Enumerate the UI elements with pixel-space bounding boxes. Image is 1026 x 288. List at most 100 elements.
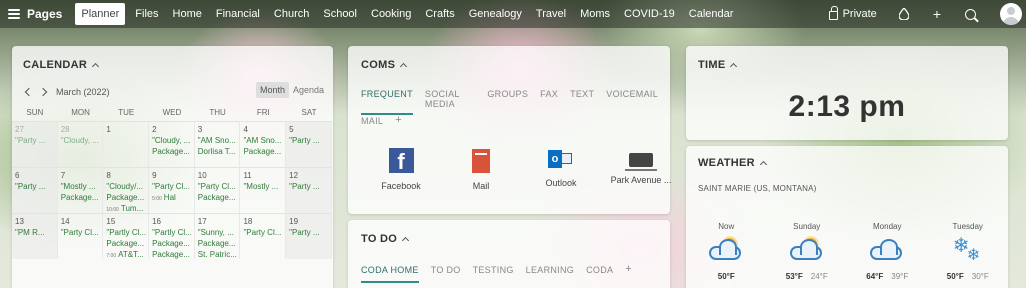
calendar-day-cell[interactable]: 10 "Party Cl... Package... [194,167,241,213]
caret-up-icon[interactable] [730,62,738,71]
calendar-event[interactable]: Package... [198,192,238,203]
tab-social-media[interactable]: SOCIAL MEDIA [425,89,475,115]
calendar-day-cell[interactable]: 1 [103,121,150,167]
nav-item-financial[interactable]: Financial [216,8,260,20]
nav-item-travel[interactable]: Travel [536,8,566,20]
nav-item-moms[interactable]: Moms [580,8,610,20]
calendar-event[interactable]: 5:00 Hal [152,192,192,205]
calendar-event[interactable]: "Party Cl... [198,181,238,192]
calendar-event[interactable]: "PM R... [15,227,55,238]
caret-up-icon[interactable] [400,62,408,71]
tab-coda[interactable]: CODA [586,265,613,283]
calendar-event[interactable]: "Cloudy/... [106,181,146,192]
calendar-day-cell[interactable]: 19 "Party ... [286,213,332,259]
calendar-event[interactable]: Package... [152,249,192,259]
calendar-event[interactable]: St. Patric... [198,249,238,259]
nav-item-calendar[interactable]: Calendar [689,8,734,20]
app-brand[interactable]: Pages [27,7,62,21]
nav-item-school[interactable]: School [323,8,357,20]
app-park-avenue[interactable]: Park Avenue ... [601,148,681,191]
calendar-event[interactable]: Package... [61,192,101,203]
tab-learning[interactable]: LEARNING [526,265,574,283]
tab-voicemail[interactable]: VOICEMAIL [606,89,658,115]
tab-coda-home[interactable]: CODA HOME [361,265,419,283]
calendar-event[interactable]: "Sunny, ... [198,227,238,238]
calendar-day-cell[interactable]: 4 "AM Sno... Package... [240,121,287,167]
calendar-day-cell[interactable]: 15 "Partly Cl... Package... 7:00 AT&T... [103,213,150,259]
theme-drop-icon[interactable] [898,8,909,20]
calendar-event[interactable]: "Partly Cl... [106,227,146,238]
calendar-event[interactable]: "Mostly ... [243,181,283,192]
tab-frequent[interactable]: FREQUENT [361,89,413,115]
calendar-event[interactable]: "Party ... [289,135,329,146]
nav-item-files[interactable]: Files [135,8,158,20]
nav-item-genealogy[interactable]: Genealogy [469,8,522,20]
app-mail[interactable]: Mail [441,148,521,191]
calendar-event[interactable]: "Party Cl... [61,227,101,238]
hamburger-menu-icon[interactable] [8,9,20,19]
calendar-event[interactable]: Package... [152,146,192,157]
calendar-event[interactable]: "Cloudy, ... [152,135,192,146]
add-tab-icon[interactable]: + [395,114,401,132]
calendar-day-cell[interactable]: 9 "Party Cl... 5:00 Hal [149,167,195,213]
nav-item-church[interactable]: Church [274,8,309,20]
calendar-title[interactable]: CALENDAR [23,59,100,71]
calendar-day-cell[interactable]: 13 "PM R... [12,213,58,259]
user-avatar[interactable] [1000,3,1022,25]
calendar-event[interactable]: "Party ... [289,227,329,238]
calendar-event[interactable]: 10:00 Tum... [106,203,146,213]
calendar-event[interactable]: "Party Cl... [243,227,283,238]
calendar-event[interactable]: Package... [106,192,146,203]
calendar-day-cell[interactable]: 18 "Party Cl... [240,213,287,259]
app-facebook[interactable]: f Facebook [361,148,441,191]
calendar-event[interactable]: Dorlisa T... [198,146,238,157]
calendar-day-cell[interactable]: 8 "Cloudy/... Package... 10:00 Tum... [103,167,150,213]
tab-testing[interactable]: TESTING [473,265,514,283]
nav-item-home[interactable]: Home [173,8,202,20]
tab-groups[interactable]: GROUPS [487,89,528,115]
caret-up-icon[interactable] [92,62,100,71]
calendar-event[interactable]: Package... [198,238,238,249]
calendar-event[interactable]: Package... [106,238,146,249]
calendar-day-cell[interactable]: 6 "Party ... [12,167,58,213]
calendar-event[interactable]: "AM Sno... [243,135,283,146]
calendar-day-cell[interactable]: 28 "Cloudy, ... [57,121,104,167]
tab-to-do[interactable]: TO DO [431,265,461,283]
calendar-event[interactable]: "Party ... [15,135,55,146]
nav-item-cooking[interactable]: Cooking [371,8,411,20]
calendar-event[interactable]: "Cloudy, ... [61,135,101,146]
privacy-toggle[interactable]: Private [828,6,877,20]
add-tab-icon[interactable]: + [625,263,631,283]
chevron-right-icon[interactable] [38,87,48,97]
calendar-day-cell[interactable]: 16"Partly Cl...Package...Package...9:30D… [149,213,195,259]
nav-item-covid-19[interactable]: COVID-19 [624,8,675,20]
tab-text[interactable]: TEXT [570,89,594,115]
calendar-event[interactable]: "Party ... [289,181,329,192]
search-icon[interactable] [965,8,976,20]
caret-up-icon[interactable] [759,160,767,169]
calendar-day-cell[interactable]: 17 "Sunny, ... Package... St. Patric... [194,213,241,259]
calendar-day-cell[interactable]: 5 "Party ... [286,121,332,167]
calendar-day-cell[interactable]: 11 "Mostly ... [240,167,287,213]
calendar-day-cell[interactable]: 27 "Party ... [12,121,58,167]
chevron-left-icon[interactable] [24,87,34,97]
view-month-button[interactable]: Month [255,82,289,98]
caret-up-icon[interactable] [402,236,410,245]
todo-title[interactable]: TO DO [361,233,410,245]
calendar-event[interactable]: Package... [152,238,192,249]
calendar-day-cell[interactable]: 14 "Party Cl... [57,213,104,259]
add-icon[interactable]: + [933,6,941,22]
tab-fax[interactable]: FAX [540,89,558,115]
tab-mail[interactable]: MAIL [361,116,383,132]
calendar-event[interactable]: "Party Cl... [152,181,192,192]
time-title[interactable]: TIME [698,59,738,71]
coms-title[interactable]: COMS [361,59,408,71]
calendar-day-cell[interactable]: 12 "Party ... [286,167,332,213]
nav-item-crafts[interactable]: Crafts [425,8,454,20]
calendar-event[interactable]: Package... [243,146,283,157]
view-agenda-button[interactable]: Agenda [289,82,328,98]
app-outlook[interactable]: o Outlook [521,148,601,191]
calendar-event[interactable]: "Party ... [15,181,55,192]
calendar-day-cell[interactable]: 7 "Mostly ... Package... [57,167,104,213]
calendar-day-cell[interactable]: 3 "AM Sno... Dorlisa T... [194,121,241,167]
